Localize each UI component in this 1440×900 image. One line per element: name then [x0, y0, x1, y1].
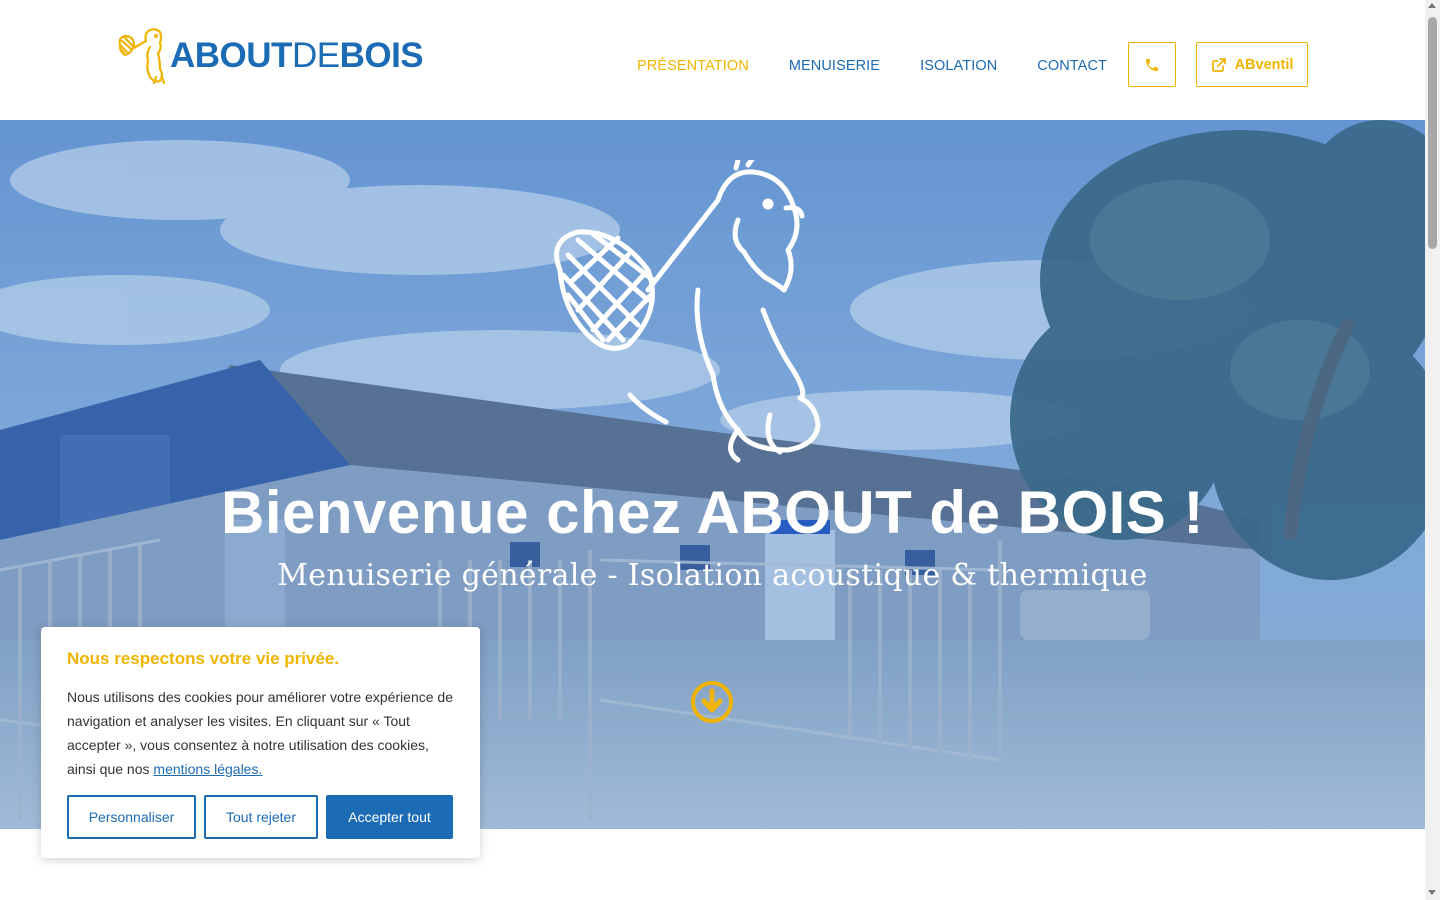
- customize-button[interactable]: Personnaliser: [67, 795, 196, 839]
- external-link-icon: [1211, 57, 1226, 72]
- cookie-text: Nous utilisons des cookies pour améliore…: [67, 689, 453, 777]
- arrow-down-circle-icon[interactable]: [690, 680, 734, 724]
- phone-button[interactable]: [1128, 42, 1176, 87]
- scroll-down-icon[interactable]: [1428, 890, 1436, 895]
- site-logo[interactable]: ABOUTDEBOIS: [116, 26, 424, 86]
- nav-contact[interactable]: CONTACT: [1037, 58, 1107, 74]
- cookie-buttons: Personnaliser Tout rejeter Accepter tout: [67, 795, 453, 839]
- logo-wordmark: ABOUTDEBOIS: [170, 36, 424, 75]
- hero-title: Bienvenue chez ABOUT de BOIS !: [221, 479, 1204, 546]
- site-header: ABOUTDEBOIS PRÉSENTATION MENUISERIE ISOL…: [0, 0, 1425, 120]
- beaver-logo-icon: [118, 28, 166, 85]
- accept-all-button[interactable]: Accepter tout: [326, 795, 453, 839]
- nav-menuiserie[interactable]: MENUISERIE: [789, 58, 880, 74]
- nav-isolation[interactable]: ISOLATION: [920, 58, 997, 74]
- hero-subtitle: Menuiserie générale - Isolation acoustiq…: [277, 558, 1148, 593]
- legal-notice-link[interactable]: mentions légales.: [153, 761, 262, 777]
- scrollbar-thumb[interactable]: [1428, 17, 1437, 249]
- abventil-button[interactable]: ABventil: [1196, 42, 1308, 87]
- abventil-label: ABventil: [1234, 56, 1294, 73]
- scrollbar[interactable]: [1425, 0, 1440, 900]
- scroll-up-icon[interactable]: [1428, 3, 1436, 8]
- page: ABOUTDEBOIS PRÉSENTATION MENUISERIE ISOL…: [0, 0, 1440, 900]
- cookie-title: Nous respectons votre vie privée.: [67, 649, 340, 668]
- reject-all-button[interactable]: Tout rejeter: [204, 795, 318, 839]
- cookie-consent-banner: Nous respectons votre vie privée. Nous u…: [41, 627, 480, 858]
- phone-icon: [1146, 58, 1158, 71]
- main-nav: PRÉSENTATION MENUISERIE ISOLATION CONTAC…: [637, 58, 1107, 74]
- beaver-mascot-icon: [554, 160, 821, 463]
- nav-presentation[interactable]: PRÉSENTATION: [637, 58, 749, 74]
